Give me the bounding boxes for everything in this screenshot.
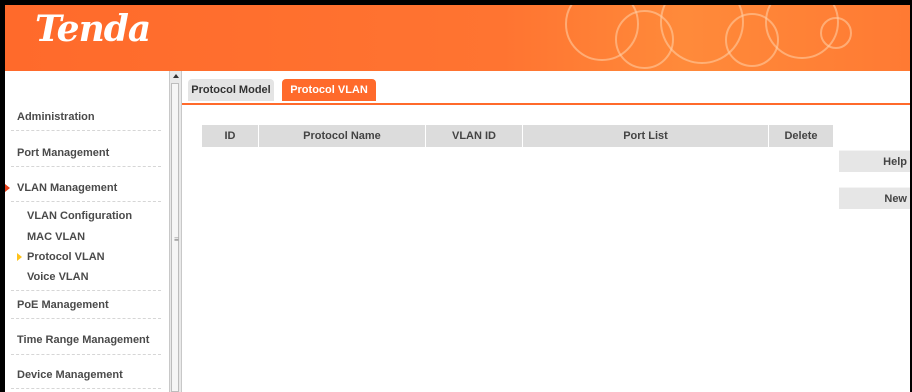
tenda-logo: Tenda [35,8,151,50]
divider [11,388,161,389]
scrollbar-grip-icon: ≡ [174,235,179,244]
sidebar-subitem-protocol-vlan[interactable]: Protocol VLAN [27,251,105,263]
column-header-delete: Delete [768,125,834,147]
help-button[interactable]: Help [839,150,910,172]
sidebar-scrollbar[interactable]: ≡ [169,71,182,392]
sidebar-item-poe-management[interactable]: PoE Management [17,299,109,311]
sidebar-item-device-management[interactable]: Device Management [17,369,123,381]
scroll-up-arrow-icon[interactable] [173,74,179,78]
decor-circle [820,17,852,49]
sidebar-item-administration[interactable]: Administration [17,111,95,123]
sidebar-item-vlan-management[interactable]: VLAN Management [17,182,117,194]
sidebar-subitem-vlan-configuration[interactable]: VLAN Configuration [27,210,132,222]
new-button[interactable]: New [839,187,910,209]
tab-protocol-model[interactable]: Protocol Model [188,79,274,101]
header-banner: Tenda [5,5,910,71]
sidebar-item-port-management[interactable]: Port Management [17,147,109,159]
protocol-vlan-table: ID Protocol Name VLAN ID Port List Delet… [202,125,834,147]
sidebar: Administration Port Management VLAN Mana… [5,71,169,392]
divider [11,201,161,202]
expanded-arrow-icon [5,184,10,192]
tab-bar: Protocol Model Protocol VLAN [182,79,910,105]
column-header-protocol-name: Protocol Name [258,125,426,147]
divider [11,354,161,355]
table-header-row: ID Protocol Name VLAN ID Port List Delet… [202,125,834,147]
sidebar-item-time-range-management[interactable]: Time Range Management [17,334,149,346]
scrollbar-thumb[interactable]: ≡ [171,83,179,392]
sidebar-subitem-mac-vlan[interactable]: MAC VLAN [27,231,85,243]
divider [11,290,161,291]
divider [11,318,161,319]
app-window: Tenda Administration Port Management VLA… [5,5,910,392]
divider [11,130,161,131]
column-header-vlan-id: VLAN ID [425,125,523,147]
divider [11,166,161,167]
column-header-port-list: Port List [522,125,769,147]
sidebar-subitem-voice-vlan[interactable]: Voice VLAN [27,271,89,283]
selected-arrow-icon [17,253,22,261]
tab-protocol-vlan[interactable]: Protocol VLAN [282,79,376,101]
column-header-id: ID [202,125,259,147]
